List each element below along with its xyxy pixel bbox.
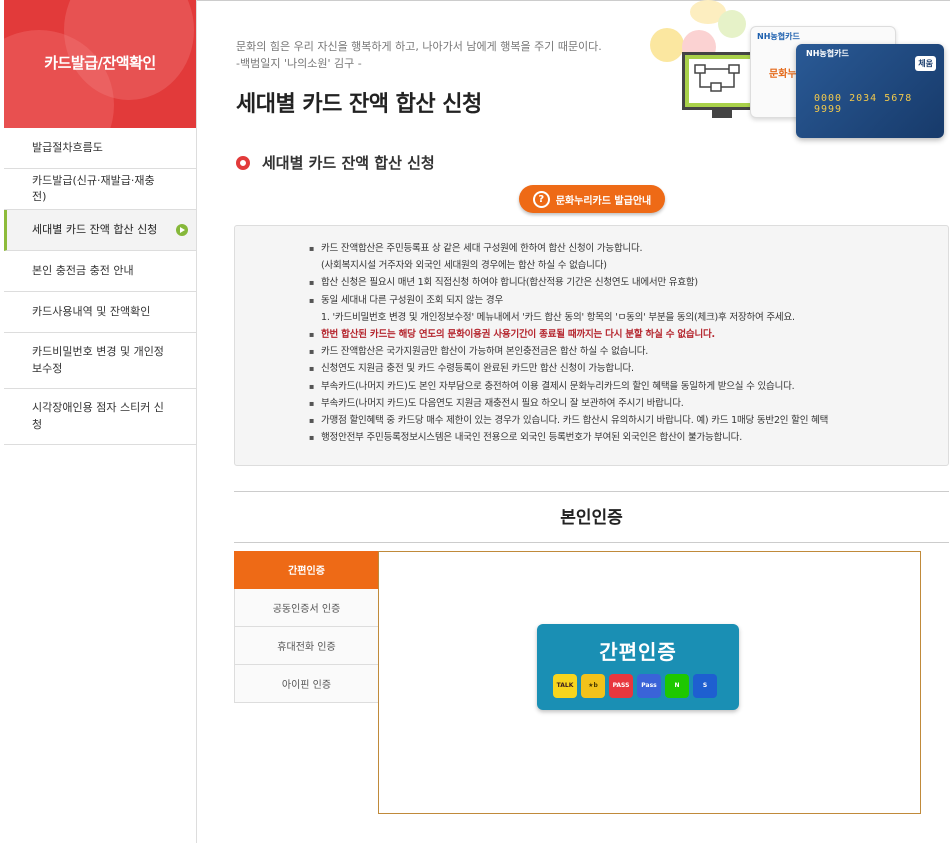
sidebar-item-label: 카드비밀번호 변경 및 개인정보수정 — [32, 345, 164, 375]
simple-auth-button-label: 간편인증 — [599, 640, 677, 664]
notice-item: 부속카드(나머지 카드)도 본인 자부담으로 충전하여 이용 결제시 문화누리카… — [309, 378, 948, 395]
auth-panel: 간편인증 TALK ★b PASS Pass N S — [378, 551, 921, 814]
sidebar-item-label: 시각장애인용 점자 스티커 신청 — [32, 401, 164, 431]
pass-red-icon: PASS — [609, 674, 633, 698]
sidebar-item-label: 발급절차흐름도 — [32, 140, 103, 154]
kakao-icon: TALK — [553, 674, 577, 698]
sidebar-item-issue[interactable]: 카드발급(신규·재발급·재충전) — [4, 169, 196, 210]
section-title: 세대별 카드 잔액 합산 신청 — [262, 154, 435, 172]
notice-item: 카드 잔액합산은 국가지원금만 합산이 가능하며 본인충전금은 합산 하실 수 … — [309, 343, 948, 360]
monitor-icon — [682, 52, 760, 110]
quote-line: 문화의 힘은 우리 자신을 행복하게 하고, 나아가서 남에게 행복을 주기 때… — [236, 40, 602, 53]
sidebar-title: 카드발급/잔액확인 — [44, 54, 156, 72]
notice-item: 행정안전부 주민등록정보시스템은 내국인 전용으로 외국인 등록번호가 부여된 … — [309, 429, 948, 446]
card-guide-button[interactable]: ? 문화누리카드 발급안내 — [519, 185, 665, 213]
section-heading: 세대별 카드 잔액 합산 신청 — [236, 152, 435, 173]
decor-dot — [718, 10, 746, 38]
blue-card-image: NH농협카드 체움 0000 2034 5678 9999 — [796, 44, 944, 138]
sidebar-item-usage[interactable]: 카드사용내역 및 잔액확인 — [4, 292, 196, 333]
card-guide-button-label: 문화누리카드 발급안내 — [555, 195, 652, 207]
notice-item: 카드 잔액합산은 주민등록표 상 같은 세대 구성원에 한하여 합산 신청이 가… — [309, 240, 948, 257]
notice-item: (사회복지시설 거주자와 외국인 세대원의 경우에는 합산 하실 수 없습니다) — [321, 260, 607, 272]
question-icon: ? — [532, 190, 550, 208]
pass-blue-icon: Pass — [637, 674, 661, 698]
sidebar-header: 카드발급/잔액확인 — [4, 0, 196, 128]
sidebar-item-label: 카드발급(신규·재발급·재충전) — [32, 173, 155, 204]
page-title: 세대별 카드 잔액 합산 신청 — [236, 92, 482, 117]
card-badge: 체움 — [915, 56, 936, 71]
tab-phone-auth[interactable]: 휴대전화 인증 — [234, 627, 379, 665]
notice-item: 부속카드(나머지 카드)도 다음연도 지원금 재충전시 필요 하오니 잘 보관하… — [309, 395, 948, 412]
card-brand: NH농협카드 — [757, 32, 800, 41]
notice-item: 동일 세대내 다른 구성원이 조회 되지 않는 경우 — [309, 292, 948, 309]
divider — [234, 542, 949, 543]
sidebar-item-label: 카드사용내역 및 잔액확인 — [32, 304, 151, 318]
provider-icons: TALK ★b PASS Pass N S — [553, 674, 717, 698]
quote: 문화의 힘은 우리 자신을 행복하게 하고, 나아가서 남에게 행복을 주기 때… — [236, 38, 602, 72]
notice-item: 한번 합산된 카드는 해당 연도의 문화이용권 사용기간이 종료될 때까지는 다… — [309, 326, 948, 343]
kb-icon: ★b — [581, 674, 605, 698]
sidebar-item-process[interactable]: 발급절차흐름도 — [4, 128, 196, 169]
notice-item: 합산 신청은 필요시 매년 1회 직접신청 하여야 합니다(합산적용 기간은 신… — [309, 274, 948, 291]
sidebar-item-self-charge[interactable]: 본인 충전금 충전 안내 — [4, 251, 196, 292]
header-illustration: NH농협카드 문화누리 NH농협카드 체움 0000 2034 5678 999… — [620, 0, 950, 140]
decor-dot — [650, 28, 684, 62]
sidebar-item-label: 본인 충전금 충전 안내 — [32, 263, 134, 277]
notice-item: 신청연도 지원금 충전 및 카드 수령등록이 완료된 카드만 합산 신청이 가능… — [309, 360, 948, 377]
notice-box: 카드 잔액합산은 주민등록표 상 같은 세대 구성원에 한하여 합산 신청이 가… — [234, 225, 949, 466]
auth-title: 본인인증 — [560, 508, 623, 528]
sidebar-item-label: 세대별 카드 잔액 합산 신청 — [32, 222, 158, 236]
auth-tabs: 간편인증 공동인증서 인증 휴대전화 인증 아이핀 인증 — [234, 551, 379, 703]
sidebar-item-braille[interactable]: 시각장애인용 점자 스티커 신청 — [4, 389, 196, 445]
tab-simple-auth[interactable]: 간편인증 — [234, 551, 379, 589]
card-brand: NH농협카드 — [806, 49, 849, 58]
sidebar-item-password[interactable]: 카드비밀번호 변경 및 개인정보수정 — [4, 333, 196, 389]
card-number: 0000 2034 5678 9999 — [814, 93, 913, 115]
tab-certificate-auth[interactable]: 공동인증서 인증 — [234, 589, 379, 627]
sidebar-item-balance-merge[interactable]: 세대별 카드 잔액 합산 신청 — [4, 210, 196, 251]
simple-auth-button[interactable]: 간편인증 TALK ★b PASS Pass N S — [537, 624, 739, 710]
circle-bullet-icon — [236, 155, 250, 170]
sidebar: 카드발급/잔액확인 발급절차흐름도 카드발급(신규·재발급·재충전) 세대별 카… — [4, 0, 197, 843]
tab-ipin-auth[interactable]: 아이핀 인증 — [234, 665, 379, 703]
divider — [234, 491, 949, 492]
monitor-stand — [712, 110, 732, 118]
notice-item: 가맹점 할인혜택 중 카드당 매수 제한이 있는 경우가 있습니다. 카드 합산… — [309, 412, 948, 429]
notice-item: 1. '카드비밀번호 변경 및 개인정보수정' 메뉴내에서 '카드 합산 동의'… — [321, 311, 795, 323]
naver-icon: N — [665, 674, 689, 698]
notice-list: 카드 잔액합산은 주민등록표 상 같은 세대 구성원에 한하여 합산 신청이 가… — [309, 240, 948, 447]
arrow-right-icon — [176, 224, 188, 236]
shinhan-icon: S — [693, 674, 717, 698]
quote-author: -백범일지 '나의소원' 김구 - — [236, 57, 362, 70]
sidebar-menu: 발급절차흐름도 카드발급(신규·재발급·재충전) 세대별 카드 잔액 합산 신청… — [4, 128, 196, 445]
